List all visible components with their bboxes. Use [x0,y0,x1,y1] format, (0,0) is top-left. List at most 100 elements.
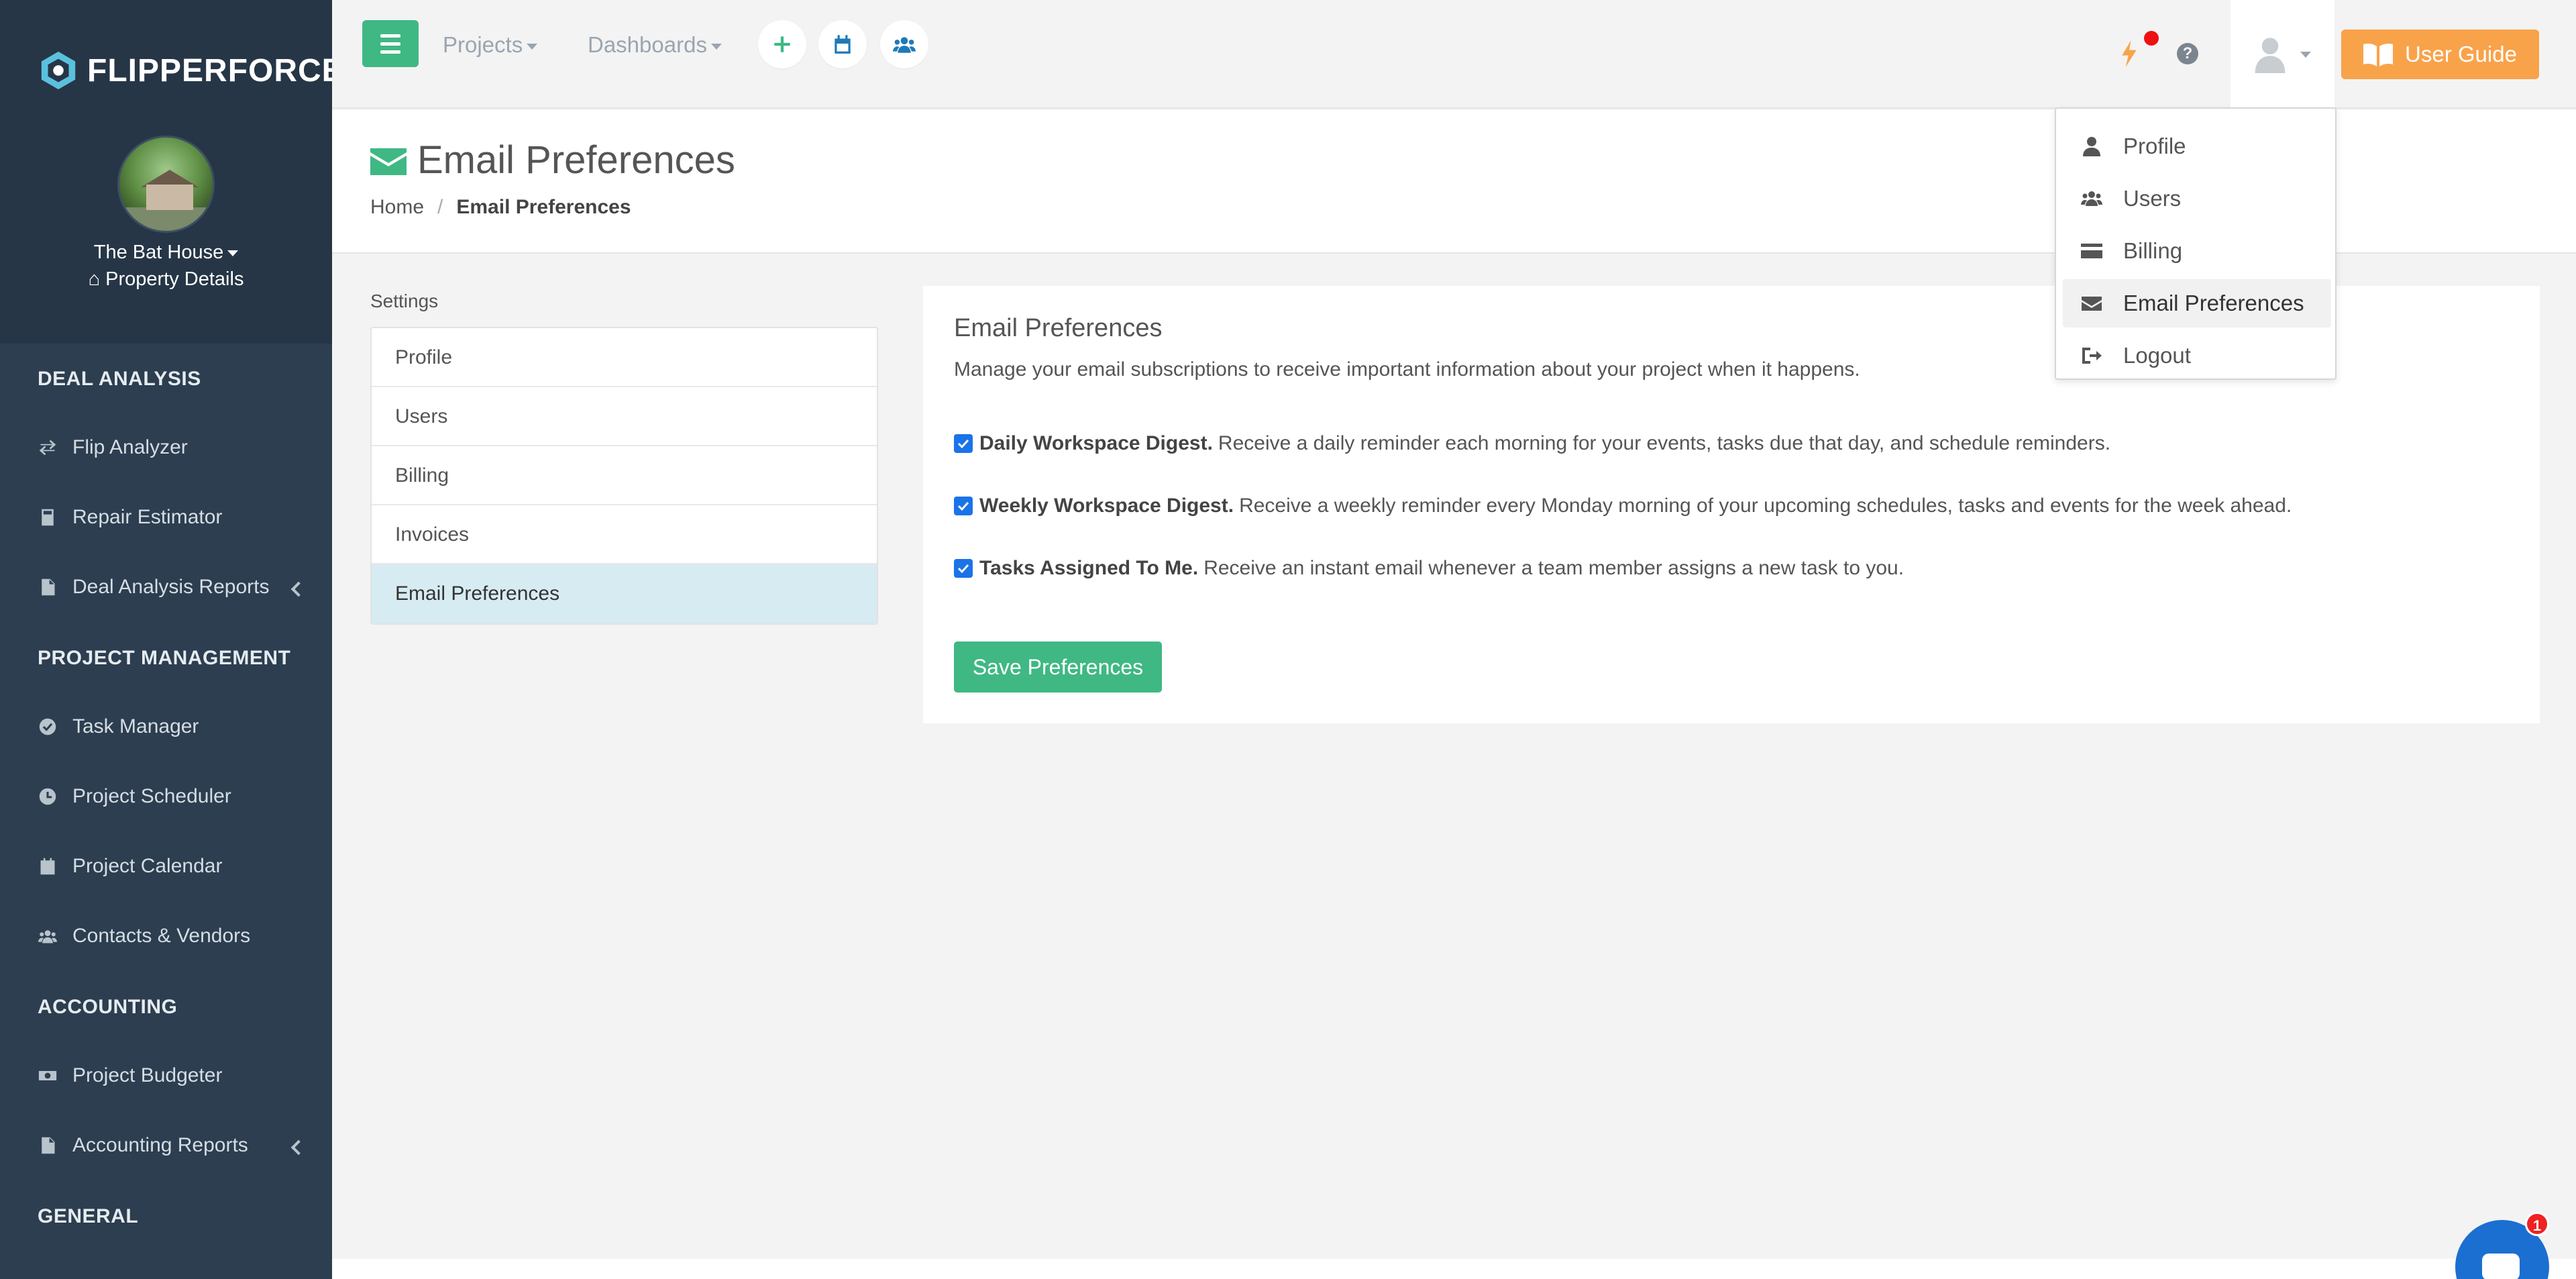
menu-item-billing[interactable]: Billing [2063,227,2331,275]
section-accounting: ACCOUNTING [38,996,178,1018]
pref-text: Receive a daily reminder each morning fo… [1218,432,2111,454]
users-icon [893,37,916,53]
property-details-link[interactable]: ⌂ Property Details [0,268,332,291]
page-title: Email Preferences [370,138,735,183]
envelope-icon [2082,297,2102,311]
settings-item-billing[interactable]: Billing [372,446,877,505]
chat-icon [2482,1254,2520,1279]
home-icon: ⌂ [88,268,101,290]
calendar-icon [38,856,58,876]
sidebar-item-project-scheduler[interactable]: Project Scheduler [38,785,231,808]
sidebar-item-label: Contacts & Vendors [72,925,251,947]
breadcrumb-separator: / [437,196,443,218]
sidebar-item-label: Project Budgeter [72,1064,223,1086]
pref-title: Tasks Assigned To Me. [979,557,1199,579]
settings-label: Settings [370,291,439,311]
menu-item-logout[interactable]: Logout [2063,331,2331,380]
sidebar-item-project-budgeter[interactable]: Project Budgeter [38,1064,222,1087]
clock-icon [38,786,58,807]
pref-text: Receive an instant email whenever a team… [1203,557,1904,579]
menu-item-label: Users [2123,186,2182,211]
menu-item-label: Email Preferences [2123,291,2304,315]
settings-nav: Profile Users Billing Invoices Email Pre… [370,327,878,625]
user-guide-label: User Guide [2405,42,2517,66]
sidebar-item-accounting-reports[interactable]: Accounting Reports [38,1134,248,1157]
panel-title: Email Preferences [954,314,1163,342]
dashboards-dropdown[interactable]: Dashboards [588,32,722,58]
sidebar-item-project-calendar[interactable]: Project Calendar [38,855,222,878]
settings-item-email-preferences[interactable]: Email Preferences [372,564,877,623]
chevron-down-icon [527,43,538,50]
menu-item-users[interactable]: Users [2063,174,2331,223]
daily-digest-checkbox[interactable] [954,434,973,453]
help-icon[interactable]: ? [2177,43,2198,64]
users-icon [38,926,58,946]
plus-icon [774,36,790,52]
chevron-left-icon[interactable] [290,1139,307,1156]
settings-item-invoices[interactable]: Invoices [372,505,877,564]
projects-label: Projects [443,32,523,57]
file-icon [38,1135,58,1156]
page-title-text: Email Preferences [417,138,735,182]
property-details-label: Property Details [105,268,244,290]
user-menu-button[interactable] [2231,0,2334,109]
money-icon [38,1066,58,1086]
sidebar-item-label: Task Manager [72,715,199,737]
chevron-down-icon [710,43,722,50]
sidebar-item-label: Accounting Reports [72,1134,248,1156]
pref-tasks-assigned: Tasks Assigned To Me. Receive an instant… [954,557,1904,580]
hamburger-menu-button[interactable] [362,20,419,67]
envelope-icon [370,148,407,175]
chevron-down-icon [227,250,239,256]
calendar-button[interactable] [818,20,867,68]
users-icon [2081,191,2102,206]
sidebar: FLIPPERFORCE The Bat House ⌂ Property De… [0,0,343,1279]
pref-text: Receive a weekly reminder every Monday m… [1239,495,2292,517]
menu-item-email-preferences[interactable]: Email Preferences [2063,279,2331,327]
exchange-icon [38,438,58,458]
sidebar-item-contacts-vendors[interactable]: Contacts & Vendors [38,925,250,948]
menu-item-profile[interactable]: Profile [2063,122,2331,170]
menu-item-label: Logout [2123,343,2191,368]
sidebar-item-repair-estimator[interactable]: Repair Estimator [38,506,222,529]
sidebar-item-label: Project Calendar [72,855,223,877]
chat-badge: 1 [2525,1212,2549,1236]
check-icon [957,439,969,449]
brand-logo[interactable]: FLIPPERFORCE [38,47,344,94]
user-guide-button[interactable]: User Guide [2341,30,2539,79]
credit-card-icon [2081,244,2102,258]
property-avatar[interactable] [117,136,215,233]
calendar-icon [835,35,851,54]
breadcrumb-home[interactable]: Home [370,196,424,218]
pref-weekly-digest: Weekly Workspace Digest. Receive a weekl… [954,495,2292,517]
save-preferences-button[interactable]: Save Preferences [954,642,1162,693]
bolt-icon[interactable] [2120,40,2139,67]
panel-description: Manage your email subscriptions to recei… [954,358,1860,380]
check-icon [957,564,969,574]
book-open-icon [2363,44,2394,66]
settings-item-users[interactable]: Users [372,387,877,446]
check-icon [957,501,969,511]
projects-dropdown[interactable]: Projects [443,32,538,58]
team-button[interactable] [880,20,928,68]
tasks-assigned-checkbox[interactable] [954,559,973,578]
breadcrumb-current: Email Preferences [456,196,631,218]
user-avatar-icon [2255,38,2285,73]
check-circle-icon [38,717,58,737]
brand-name: FLIPPERFORCE [87,52,344,89]
section-project-management: PROJECT MANAGEMENT [38,647,291,669]
sidebar-item-task-manager[interactable]: Task Manager [38,715,199,738]
weekly-digest-checkbox[interactable] [954,497,973,515]
calculator-icon [38,507,58,527]
dashboards-label: Dashboards [588,32,707,57]
settings-item-profile[interactable]: Profile [372,328,877,387]
property-switcher[interactable]: The Bat House [0,242,332,264]
add-button[interactable] [758,20,806,68]
breadcrumb: Home / Email Preferences [370,196,631,219]
sidebar-item-deal-analysis-reports[interactable]: Deal Analysis Reports [38,576,306,599]
pref-daily-digest: Daily Workspace Digest. Receive a daily … [954,432,2110,455]
sign-out-icon [2082,348,2102,364]
sidebar-item-flip-analyzer[interactable]: Flip Analyzer [38,436,188,459]
chevron-down-icon [2300,51,2311,58]
footer-strip [332,1259,2576,1279]
